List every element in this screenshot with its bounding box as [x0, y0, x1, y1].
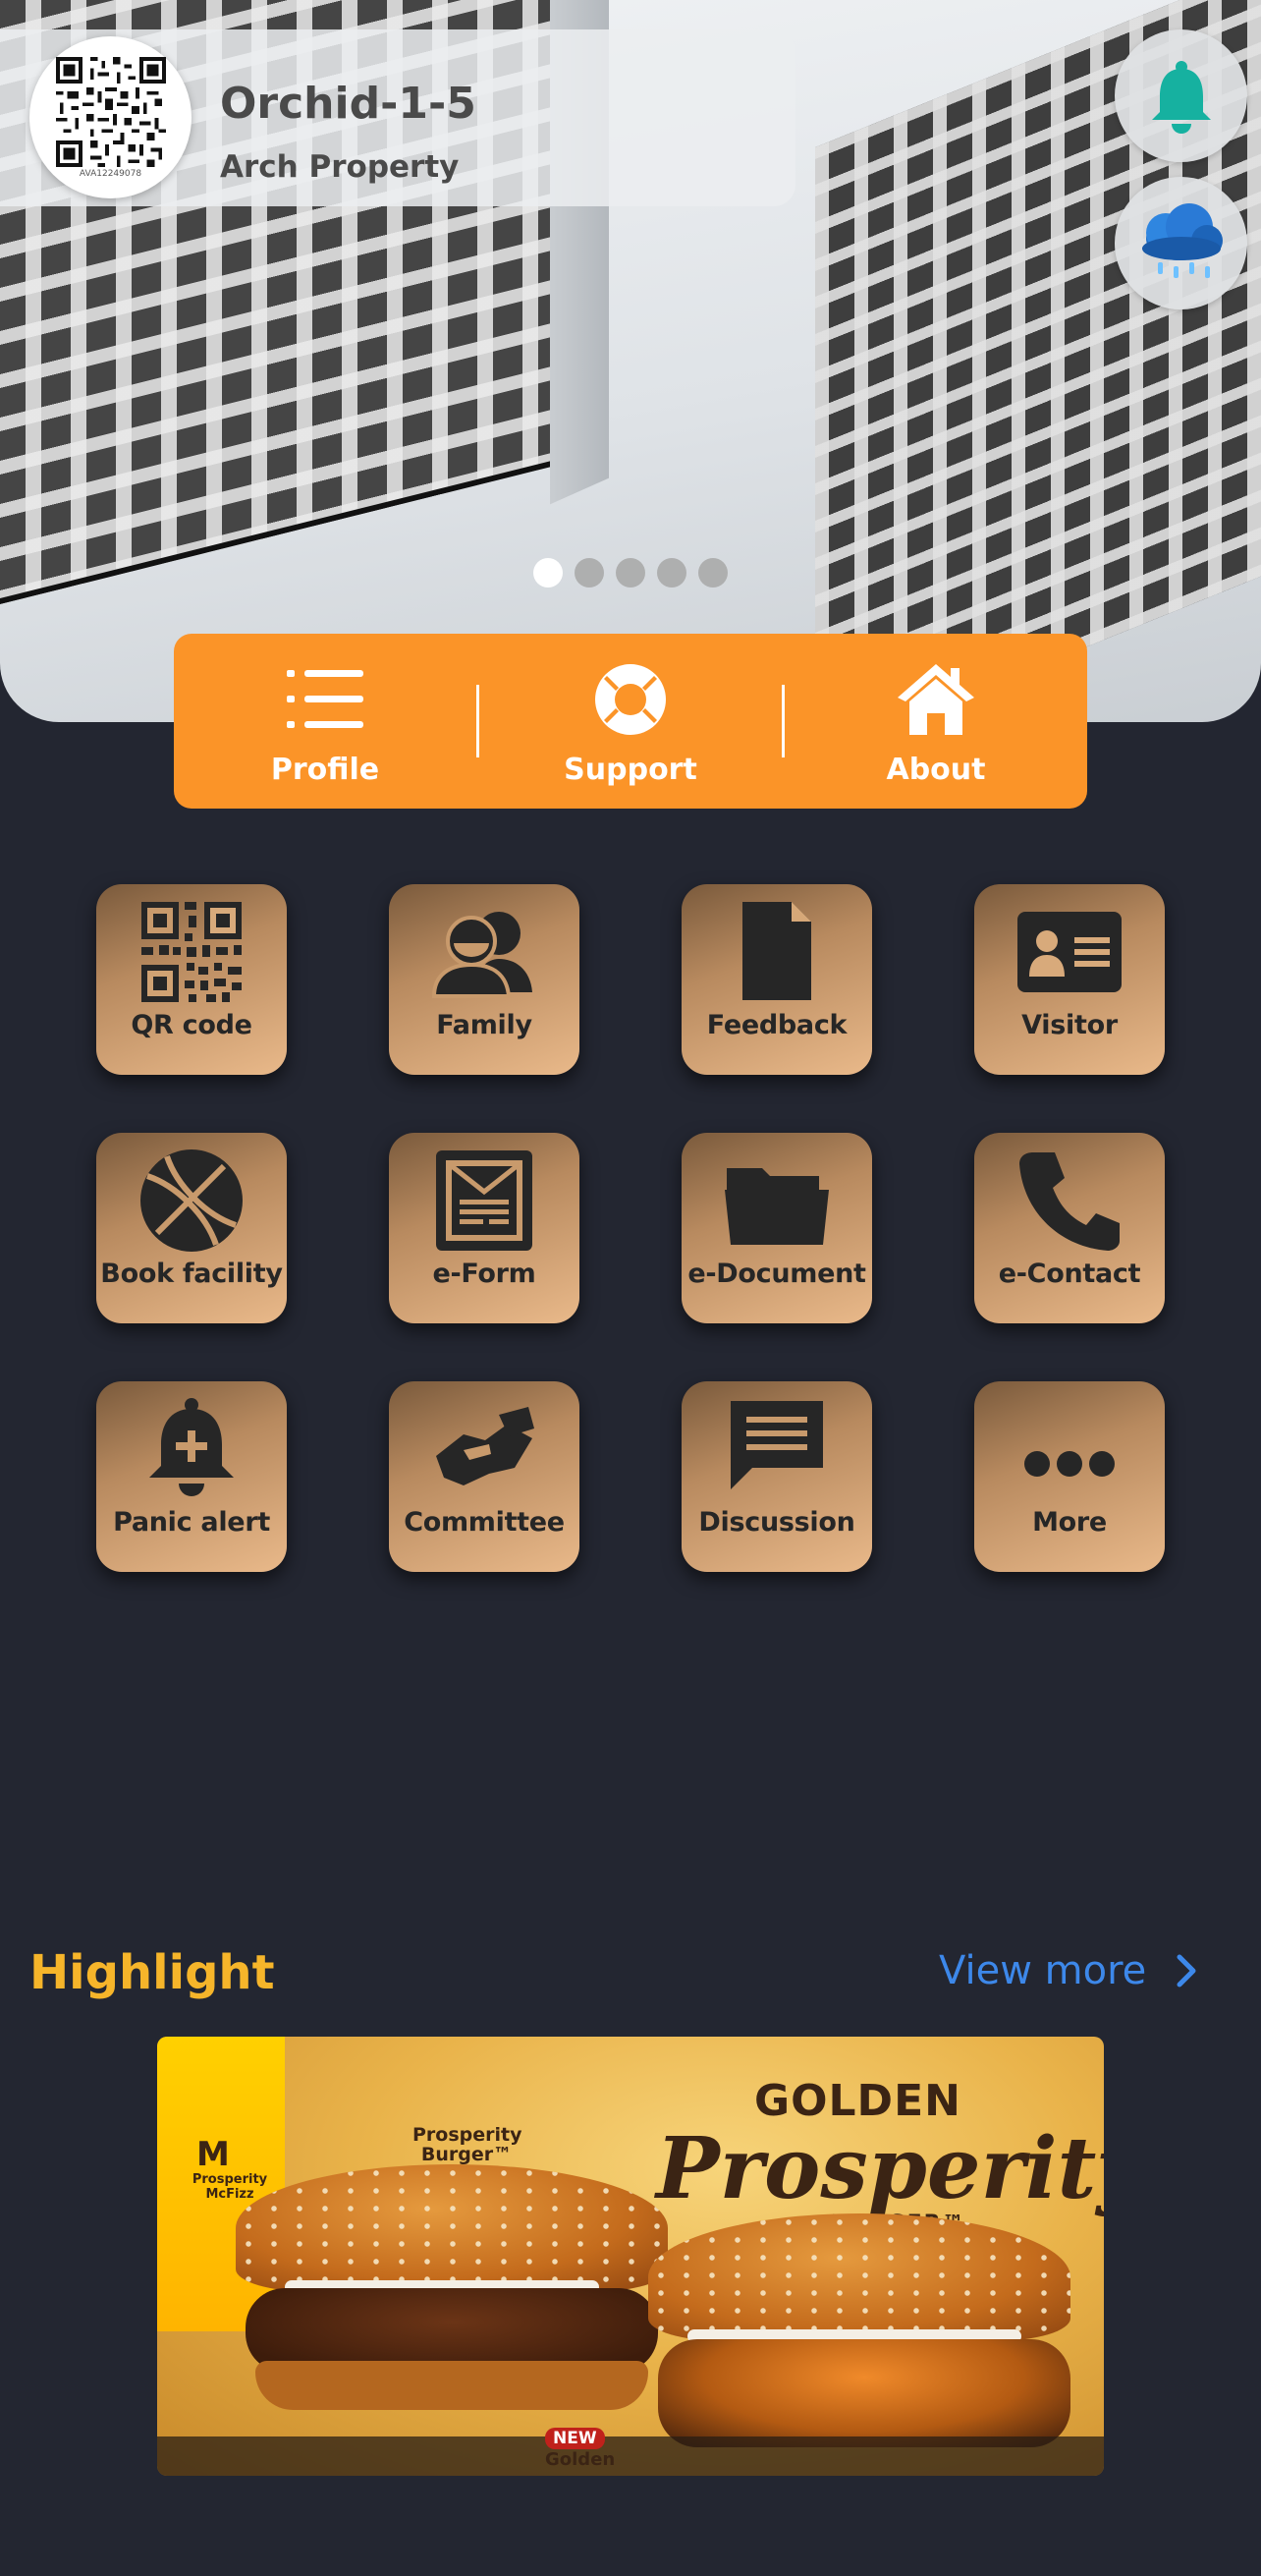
carousel-dot-active[interactable]: [533, 558, 563, 588]
tile-committee[interactable]: Committee: [389, 1381, 579, 1572]
rain-cloud-icon: [1141, 202, 1223, 278]
carousel-dot[interactable]: [575, 558, 604, 588]
qr-code-icon: [55, 56, 166, 167]
tile-label: e-Form: [432, 1259, 536, 1289]
tile-e-document[interactable]: e-Document: [682, 1133, 872, 1323]
view-more-link[interactable]: View more: [939, 1948, 1201, 1993]
tile-label: Visitor: [1021, 1010, 1118, 1040]
quick-nav-bar: Profile Support About: [174, 634, 1087, 809]
burger-left: [216, 2164, 687, 2459]
qr-code-icon: [141, 902, 242, 1002]
highlight-promo-card[interactable]: M Prosperity McFizz Prosperity Burger™ G…: [157, 2037, 1104, 2476]
document-icon: [742, 902, 811, 1000]
more-icon: [1024, 1451, 1115, 1477]
tile-label: Feedback: [706, 1010, 848, 1040]
nav-support-label: Support: [564, 752, 697, 787]
handshake-icon: [436, 1407, 534, 1485]
tile-label: Book facility: [100, 1259, 283, 1289]
tile-family[interactable]: Family: [389, 884, 579, 1075]
nav-about-label: About: [886, 752, 986, 787]
tile-panic-alert[interactable]: Panic alert: [96, 1381, 287, 1572]
tile-e-contact[interactable]: e-Contact: [974, 1133, 1165, 1323]
promo-bottom-text: Golden: [545, 2449, 616, 2470]
tile-more[interactable]: More: [974, 1381, 1165, 1572]
lifebuoy-icon: [595, 663, 666, 735]
new-badge: NEW: [545, 2428, 605, 2449]
folder-icon: [725, 1168, 829, 1245]
chevron-right-icon: [1177, 1954, 1196, 1988]
property-name: Arch Property: [220, 149, 460, 185]
tile-book-facility[interactable]: Book facility: [96, 1133, 287, 1323]
tile-label: Committee: [404, 1507, 565, 1538]
carousel-dot[interactable]: [657, 558, 686, 588]
tile-label: QR code: [131, 1010, 252, 1040]
form-icon: [436, 1150, 532, 1251]
home-icon: [898, 663, 974, 735]
tile-discussion[interactable]: Discussion: [682, 1381, 872, 1572]
view-more-label: View more: [939, 1948, 1147, 1993]
list-icon: [287, 669, 363, 728]
tile-feedback[interactable]: Feedback: [682, 884, 872, 1075]
promo-headline-2: Prosperity: [656, 2119, 1104, 2218]
phone-icon: [1019, 1152, 1120, 1251]
alert-bell-icon: [149, 1398, 234, 1496]
carousel-dot[interactable]: [616, 558, 645, 588]
qr-caption: AVA12249078: [79, 168, 142, 179]
nav-profile-label: Profile: [270, 752, 380, 787]
nav-about[interactable]: About: [785, 634, 1087, 809]
unit-qr-badge[interactable]: AVA12249078: [29, 36, 192, 198]
chat-icon: [731, 1401, 823, 1489]
tile-qr-code[interactable]: QR code: [96, 884, 287, 1075]
bell-icon: [1151, 60, 1211, 134]
nav-profile[interactable]: Profile: [174, 634, 476, 809]
tile-label: Panic alert: [113, 1507, 270, 1538]
weather-button[interactable]: [1115, 177, 1247, 309]
id-card-icon: [1017, 912, 1122, 992]
promo-burger-label: Prosperity Burger™: [412, 2124, 522, 2165]
tile-e-form[interactable]: e-Form: [389, 1133, 579, 1323]
nav-support[interactable]: Support: [479, 634, 782, 809]
tile-visitor[interactable]: Visitor: [974, 884, 1165, 1075]
basketball-icon: [140, 1149, 243, 1252]
tile-label: Family: [436, 1010, 532, 1040]
unit-name: Orchid-1-5: [220, 79, 476, 129]
tile-label: Discussion: [698, 1507, 855, 1538]
carousel-dots: [0, 558, 1261, 588]
carousel-dot[interactable]: [698, 558, 728, 588]
tile-label: e-Contact: [998, 1259, 1141, 1289]
tile-label: More: [1032, 1507, 1107, 1538]
highlight-title: Highlight: [29, 1945, 275, 2000]
promo-caption-strip: [157, 2436, 1104, 2476]
tile-label: e-Document: [687, 1259, 866, 1289]
family-icon: [431, 912, 532, 998]
notification-button[interactable]: [1115, 29, 1247, 162]
home-screen: Orchid-1-5 Arch Property AVA12249078 Pro…: [0, 0, 1261, 2576]
